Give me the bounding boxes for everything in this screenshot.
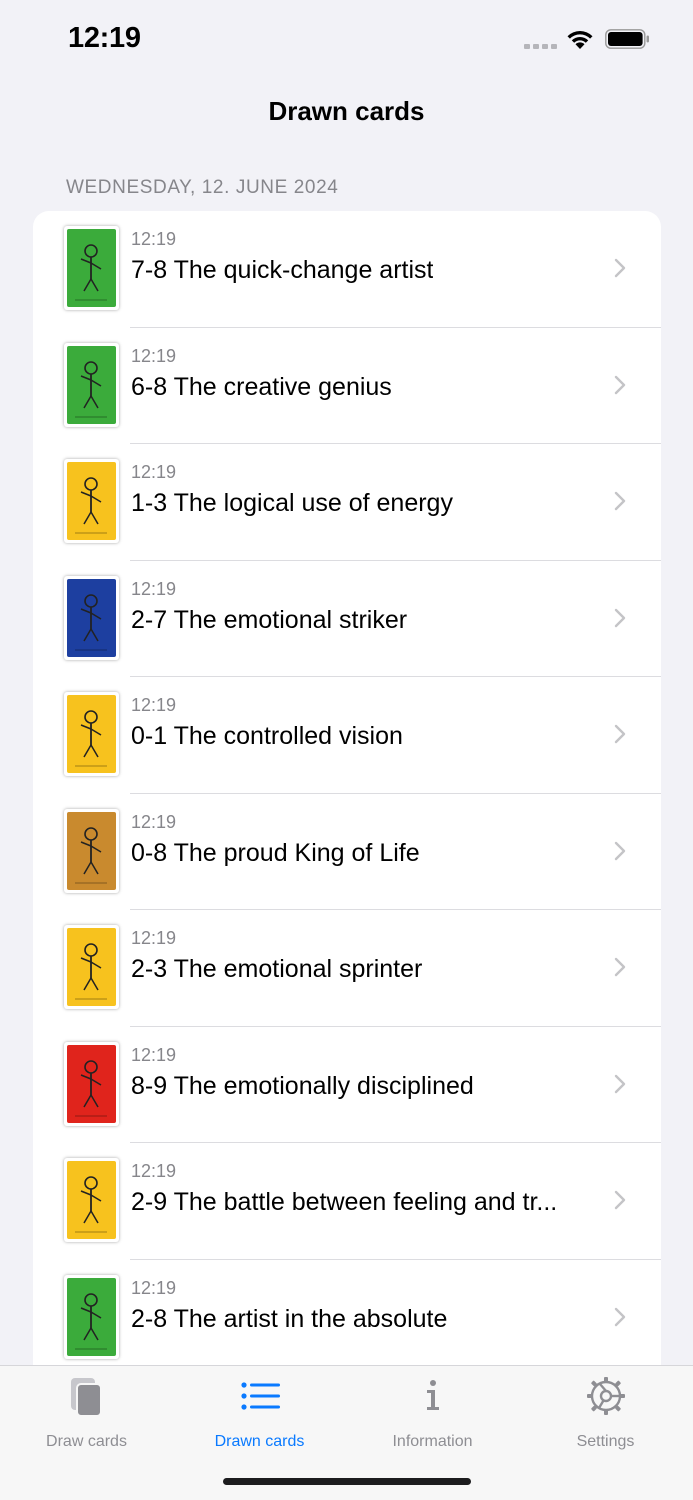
card-thumbnail [64, 459, 119, 543]
card-thumbnail [64, 1274, 119, 1359]
card-image-icon [67, 462, 116, 540]
list-item[interactable]: 12:19 2-3 The emotional sprinter [33, 910, 661, 1027]
card-image-icon [67, 1044, 116, 1123]
gear-icon [586, 1377, 625, 1415]
row-time: 12:19 [131, 928, 177, 948]
battery-icon [605, 29, 649, 49]
list-item[interactable]: 12:19 0-1 The controlled vision [33, 677, 661, 794]
row-title: 2-8 The artist in the absolute [131, 1304, 448, 1333]
cellular-signal-icon [524, 44, 557, 49]
row-time: 12:19 [131, 578, 177, 599]
page-title: Drawn cards [268, 96, 425, 126]
chevron-right-icon [614, 1074, 626, 1093]
card-image-icon [67, 578, 116, 657]
card-thumbnail [64, 575, 119, 660]
cards-icon [70, 1378, 102, 1417]
row-title: 0-1 The controlled vision [131, 722, 403, 750]
chevron-right-icon [614, 491, 626, 511]
list-item[interactable]: 12:19 2-7 The emotional striker [33, 561, 661, 678]
card-thumbnail [64, 692, 119, 776]
tab-label: Settings [576, 1433, 635, 1450]
list-item[interactable]: 12:19 8-9 The emotionally disciplined [33, 1027, 661, 1144]
row-time: 12:19 [131, 229, 177, 249]
tab-information[interactable]: Information [346, 1376, 519, 1456]
card-thumbnail [64, 1158, 119, 1242]
row-time: 12:19 [131, 345, 177, 366]
card-thumbnail [64, 808, 119, 893]
card-image-icon [67, 695, 116, 773]
drawn-cards-list: 12:19 7-8 The quick-change artist 12:19 6-8… [33, 211, 661, 1411]
card-image-icon [67, 811, 116, 890]
list-item[interactable]: 12:19 2-8 The artist in the absolute [33, 1260, 661, 1377]
card-thumbnail [64, 1041, 119, 1126]
list-item[interactable]: 12:19 7-8 The quick-change artist [33, 211, 661, 328]
wifi-icon [567, 30, 593, 49]
row-time: 12:19 [131, 695, 177, 715]
row-title: 0-8 The proud King of Life [131, 838, 420, 867]
tab-label: Information [392, 1433, 473, 1450]
chevron-right-icon [614, 375, 626, 394]
row-title: 7-8 The quick-change artist [131, 256, 434, 284]
chevron-right-icon [614, 1307, 626, 1326]
list-item[interactable]: 12:19 1-3 The logical use of energy [33, 444, 661, 561]
card-image-icon [67, 928, 116, 1006]
tab-drawn-cards[interactable]: Drawn cards [173, 1376, 346, 1456]
home-indicator [223, 1478, 471, 1485]
tab-settings[interactable]: Settings [519, 1376, 692, 1456]
chevron-right-icon [614, 841, 626, 860]
chevron-right-icon [614, 1190, 626, 1210]
row-title: 2-9 The battle between feeling and tr... [131, 1188, 558, 1216]
row-title: 1-3 The logical use of energy [131, 489, 453, 517]
status-bar: 12:19 [0, 0, 693, 80]
list-item[interactable]: 12:19 0-8 The proud King of Life [33, 794, 661, 911]
tab-draw-cards[interactable]: Draw cards [0, 1376, 173, 1456]
card-image-icon [67, 1277, 116, 1356]
row-title: 2-3 The emotional sprinter [131, 955, 423, 983]
row-time: 12:19 [131, 1161, 177, 1181]
card-thumbnail [64, 226, 119, 310]
chevron-right-icon [614, 608, 626, 627]
row-time: 12:19 [131, 811, 177, 832]
card-image-icon [67, 345, 116, 424]
section-header-date: WEDNESDAY, 12. JUNE 2024 [66, 177, 339, 198]
card-thumbnail [64, 342, 119, 427]
row-time: 12:19 [131, 462, 177, 482]
chevron-right-icon [614, 724, 626, 744]
tab-label: Drawn cards [214, 1433, 305, 1450]
card-thumbnail [64, 925, 119, 1009]
card-image-icon [67, 1161, 116, 1239]
row-time: 12:19 [131, 1277, 177, 1298]
list-item[interactable]: 12:19 6-8 The creative genius [33, 328, 661, 445]
row-title: 2-7 The emotional striker [131, 605, 408, 634]
row-title: 8-9 The emotionally disciplined [131, 1071, 474, 1100]
info-icon [426, 1380, 439, 1410]
chevron-right-icon [614, 957, 626, 977]
chevron-right-icon [614, 258, 626, 278]
row-title: 6-8 The creative genius [131, 372, 392, 401]
tab-label: Draw cards [46, 1433, 127, 1450]
row-time: 12:19 [131, 1044, 177, 1065]
list-item[interactable]: 12:19 2-9 The battle between feeling and … [33, 1143, 661, 1260]
card-image-icon [67, 229, 116, 307]
list-icon [240, 1382, 280, 1410]
status-time: 12:19 [68, 22, 141, 54]
